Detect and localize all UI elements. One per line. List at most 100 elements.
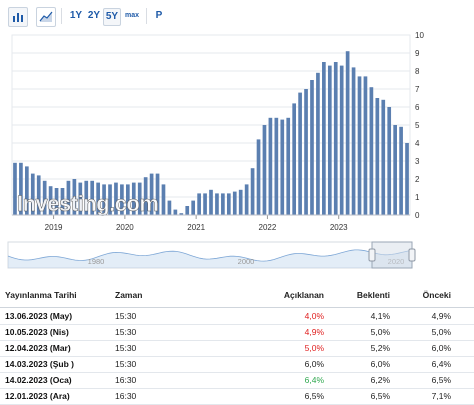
y-tick-label: 2 (415, 175, 420, 184)
x-tick-label: 2023 (330, 223, 348, 232)
bar-chart-type-icon[interactable] (8, 7, 28, 27)
table-row: 12.01.2023 (Ara) 16:30 6,5% 6,5% 7,1% (0, 388, 474, 405)
cell-previous: 7,1% (431, 391, 451, 401)
bar[interactable] (268, 117, 273, 215)
svg-text:Investing.com: Investing.com (17, 191, 158, 216)
cell-time: 15:30 (115, 327, 137, 337)
bar[interactable] (405, 143, 409, 215)
bar[interactable] (333, 62, 338, 215)
bar[interactable] (191, 200, 196, 215)
cell-release-date: 10.05.2023 (Nis) (5, 327, 69, 337)
bar[interactable] (232, 191, 237, 215)
bar[interactable] (262, 125, 267, 215)
bar[interactable] (161, 184, 166, 215)
bar[interactable] (221, 193, 225, 215)
header-actual[interactable]: Açıklanan (262, 290, 324, 300)
bar[interactable] (226, 193, 231, 215)
bar[interactable] (393, 125, 397, 215)
range-5y-button[interactable]: 5Y (103, 8, 121, 26)
table-row: 14.02.2023 (Oca) 16:30 6,4% 6,2% 6,5% (0, 372, 474, 389)
cell-actual: 6,4% (304, 375, 324, 385)
cell-previous: 6,0% (431, 343, 451, 353)
cell-forecast: 5,2% (370, 343, 390, 353)
table-header: Yayınlanma Tarihi Zaman Açıklanan Beklen… (0, 283, 474, 308)
header-forecast[interactable]: Beklenti (340, 290, 390, 300)
range-2y-button[interactable]: 2Y (86, 8, 102, 24)
bar[interactable] (381, 99, 386, 215)
popout-button[interactable]: P (152, 8, 166, 24)
bar[interactable] (292, 103, 297, 215)
bar[interactable] (357, 76, 362, 216)
navigator-handle[interactable] (408, 248, 416, 262)
cell-previous: 6,4% (431, 359, 451, 369)
cell-release-date: 13.06.2023 (May) (5, 311, 73, 321)
navigator-tick-label: 2000 (238, 257, 255, 266)
bar[interactable] (167, 200, 172, 215)
y-tick-label: 10 (415, 31, 424, 40)
bar[interactable] (203, 193, 207, 215)
y-tick-label: 6 (415, 103, 420, 112)
range-1y-button[interactable]: 1Y (68, 8, 84, 24)
bar[interactable] (304, 89, 308, 215)
bar[interactable] (327, 65, 332, 215)
bar[interactable] (215, 193, 219, 215)
area-chart-type-icon[interactable] (36, 7, 56, 27)
cell-time: 16:30 (115, 375, 137, 385)
cell-time: 15:30 (115, 359, 137, 369)
chart-grid (11, 34, 411, 216)
inflation-bar-chart: Investing.com 012345678910 2019 2020 2021 2… (7, 31, 424, 269)
x-tick-label: 2020 (116, 223, 134, 232)
cell-actual: 5,0% (304, 343, 324, 353)
cell-release-date: 14.03.2023 (Şub ) (5, 359, 74, 369)
y-tick-label: 5 (415, 121, 420, 130)
bar[interactable] (250, 168, 255, 215)
bar[interactable] (173, 209, 178, 215)
bar[interactable] (274, 117, 279, 215)
bar[interactable] (244, 184, 249, 215)
cell-release-date: 12.04.2023 (Mar) (5, 343, 71, 353)
range-max-button[interactable]: max (122, 8, 142, 24)
navigator-handle[interactable] (368, 248, 376, 262)
bar[interactable] (363, 76, 368, 216)
cell-actual: 6,0% (304, 359, 324, 369)
bar[interactable] (316, 72, 320, 215)
bar[interactable] (209, 189, 213, 215)
bar[interactable] (298, 92, 302, 215)
y-tick-label: 3 (415, 157, 420, 166)
bar[interactable] (345, 51, 350, 216)
bar[interactable] (387, 107, 392, 215)
bar[interactable] (369, 87, 374, 215)
bar[interactable] (310, 80, 314, 215)
y-tick-label: 4 (415, 139, 420, 148)
bar[interactable] (339, 65, 344, 215)
bar[interactable] (286, 117, 291, 215)
cell-actual: 4,9% (304, 327, 324, 337)
bar[interactable] (197, 193, 201, 215)
bar[interactable] (185, 206, 190, 215)
navigator-selection (371, 241, 413, 269)
y-tick-label: 0 (415, 211, 420, 220)
cell-previous: 6,5% (431, 375, 451, 385)
header-release-date[interactable]: Yayınlanma Tarihi (5, 290, 77, 300)
cell-actual: 4,0% (304, 311, 324, 321)
header-previous[interactable]: Önceki (405, 290, 451, 300)
range-navigator[interactable]: 198020002020 (7, 241, 416, 269)
x-axis: 2019 2020 2021 2022 2023 (12, 214, 410, 232)
bar[interactable] (238, 189, 243, 215)
table-row: 14.03.2023 (Şub ) 15:30 6,0% 6,0% 6,4% (0, 356, 474, 373)
bar[interactable] (256, 139, 261, 215)
table-row: 10.05.2023 (Nis) 15:30 4,9% 5,0% 5,0% (0, 324, 474, 341)
toolbar-divider (61, 8, 62, 24)
bar[interactable] (375, 98, 380, 215)
x-tick-label: 2022 (259, 223, 277, 232)
bar[interactable] (399, 126, 403, 215)
bar[interactable] (280, 119, 285, 215)
cell-actual: 6,5% (304, 391, 324, 401)
cell-previous: 4,9% (431, 311, 451, 321)
table-row: 13.06.2023 (May) 15:30 4,0% 4,1% 4,9% (0, 308, 474, 325)
cell-release-date: 14.02.2023 (Oca) (5, 375, 72, 385)
bar[interactable] (322, 62, 326, 215)
bar[interactable] (351, 67, 356, 216)
header-time[interactable]: Zaman (115, 290, 142, 300)
cell-previous: 5,0% (431, 327, 451, 337)
